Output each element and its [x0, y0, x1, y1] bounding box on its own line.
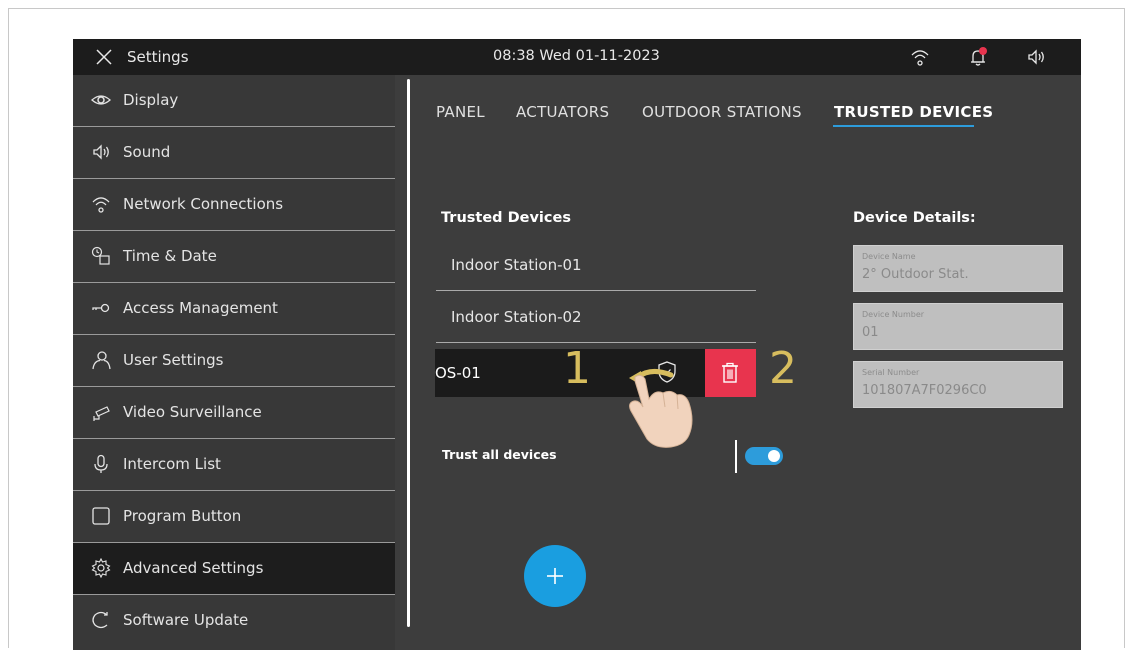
- wifi-icon: [92, 197, 110, 213]
- step-2-annotation: 2: [769, 343, 797, 394]
- document-frame: Settings 08:38 Wed 01-11-2023 Display So…: [8, 8, 1125, 650]
- tab-panel[interactable]: PANEL: [436, 103, 485, 121]
- sidebar-item-label: Program Button: [123, 507, 242, 525]
- clock-text: 08:38 Wed 01-11-2023: [493, 48, 660, 64]
- field-value: 101807A7F0296C0: [862, 383, 987, 398]
- sidebar-item-label: Sound: [123, 143, 171, 161]
- sidebar-item-label: Software Update: [123, 611, 249, 629]
- bell-icon[interactable]: [968, 47, 988, 67]
- sidebar-item-network-connections[interactable]: Network Connections: [73, 179, 395, 231]
- clock-calendar-icon: [91, 246, 110, 265]
- field-value: 2° Outdoor Stat.: [862, 267, 969, 282]
- device-name-label: Indoor Station-02: [451, 308, 582, 326]
- divider: [436, 342, 756, 343]
- gear-icon: [91, 558, 111, 578]
- sidebar-item-label: Advanced Settings: [123, 559, 264, 577]
- microphone-icon: [94, 454, 108, 473]
- device-name-field: Device Name 2° Outdoor Stat.: [853, 245, 1063, 292]
- active-tab-indicator: [833, 125, 974, 127]
- speaker-icon[interactable]: [1026, 47, 1046, 67]
- add-device-button[interactable]: [524, 545, 586, 607]
- square-icon: [92, 507, 110, 525]
- tab-outdoor-stations[interactable]: OUTDOOR STATIONS: [642, 103, 802, 121]
- list-item[interactable]: Indoor Station-01: [436, 239, 756, 291]
- sidebar-item-sound[interactable]: Sound: [73, 127, 395, 179]
- sidebar-scrollbar[interactable]: [407, 79, 410, 627]
- sidebar-item-advanced-settings[interactable]: Advanced Settings: [73, 543, 395, 595]
- sidebar-item-time-date[interactable]: Time & Date: [73, 231, 395, 283]
- vertical-divider: [735, 440, 737, 473]
- field-label: Serial Number: [862, 368, 920, 377]
- sidebar-item-video-surveillance[interactable]: Video Surveillance: [73, 387, 395, 439]
- user-icon: [92, 351, 111, 370]
- sidebar-item-user-settings[interactable]: User Settings: [73, 335, 395, 387]
- trust-all-label: Trust all devices: [442, 447, 557, 462]
- sidebar-item-display[interactable]: Display: [73, 75, 395, 127]
- sidebar-item-label: Network Connections: [123, 195, 284, 213]
- field-value: 01: [862, 325, 879, 340]
- device-name-label: Indoor Station-01: [451, 256, 582, 274]
- trusted-devices-heading: Trusted Devices: [441, 210, 571, 226]
- toggle-knob: [768, 450, 780, 462]
- speaker-icon: [93, 144, 109, 160]
- settings-sidebar: Display Sound Network Connections Time &…: [73, 75, 395, 650]
- device-screen: Settings 08:38 Wed 01-11-2023 Display So…: [73, 39, 1081, 650]
- sidebar-item-label: Access Management: [123, 299, 278, 317]
- sidebar-item-label: User Settings: [123, 351, 224, 369]
- sidebar-item-program-button[interactable]: Program Button: [73, 491, 395, 543]
- swipe-gesture-illustration: [629, 369, 693, 448]
- refresh-icon: [92, 611, 108, 629]
- sidebar-item-label: Intercom List: [123, 455, 221, 473]
- main-panel: PANEL ACTUATORS OUTDOOR STATIONS TRUSTED…: [411, 75, 1081, 650]
- camera-icon: [93, 406, 110, 421]
- close-icon[interactable]: [95, 48, 113, 66]
- sidebar-item-label: Time & Date: [123, 247, 217, 265]
- tab-actuators[interactable]: ACTUATORS: [516, 103, 609, 121]
- eye-icon: [91, 95, 111, 105]
- device-details-heading: Device Details:: [853, 210, 976, 226]
- trust-all-toggle[interactable]: [745, 447, 783, 465]
- sidebar-item-label: Display: [123, 91, 179, 109]
- page-title: Settings: [127, 48, 189, 66]
- field-label: Device Number: [862, 310, 925, 319]
- serial-number-field: Serial Number 101807A7F0296C0: [853, 361, 1063, 408]
- step-1-annotation: 1: [563, 343, 591, 394]
- sidebar-item-access-management[interactable]: Access Management: [73, 283, 395, 335]
- device-number-field: Device Number 01: [853, 303, 1063, 350]
- notification-dot: [979, 47, 987, 55]
- wifi-icon[interactable]: [910, 47, 930, 67]
- top-bar: Settings 08:38 Wed 01-11-2023: [73, 39, 1081, 75]
- sidebar-item-software-update[interactable]: Software Update: [73, 595, 395, 647]
- sidebar-item-label: Video Surveillance: [123, 403, 262, 421]
- sidebar-item-intercom-list[interactable]: Intercom List: [73, 439, 395, 491]
- tab-trusted-devices[interactable]: TRUSTED DEVICES: [834, 103, 993, 121]
- field-label: Device Name: [862, 252, 916, 261]
- plus-icon: [547, 568, 563, 584]
- key-icon: [92, 303, 110, 313]
- device-name-label: OS-01: [435, 364, 481, 382]
- list-item[interactable]: Indoor Station-02: [436, 291, 756, 343]
